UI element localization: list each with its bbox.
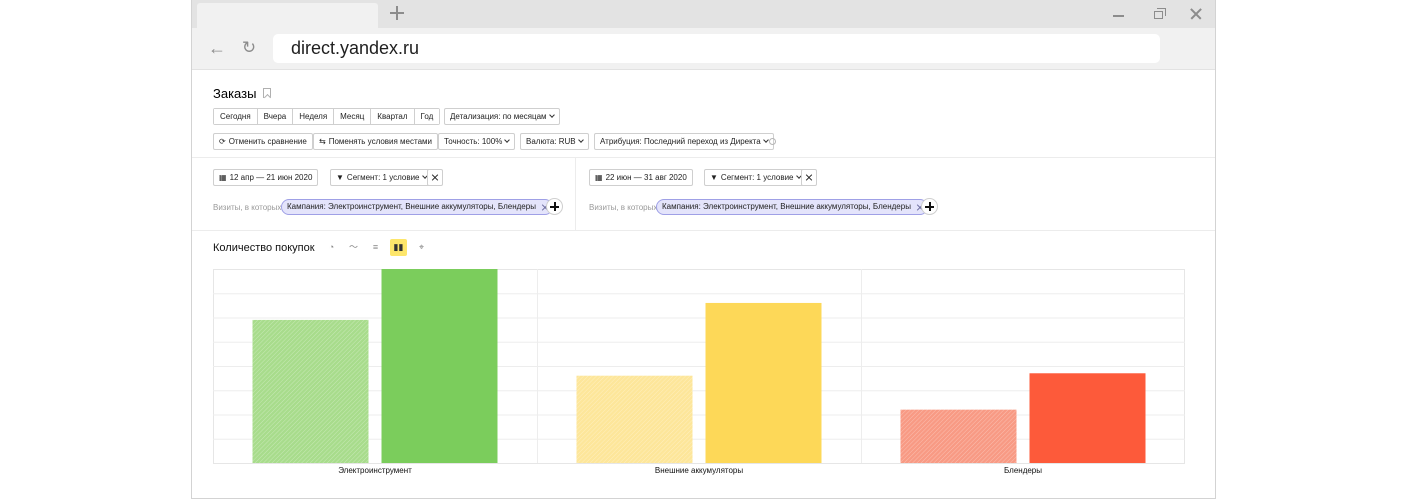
page-content: Заказы Сегодня Вчера Неделя Месяц Кварта… — [192, 71, 1215, 499]
left-segment-label: Сегмент: 1 условие — [346, 173, 420, 182]
chart-canvas — [213, 269, 1185, 464]
period-today[interactable]: Сегодня — [214, 109, 258, 124]
line-chart-icon[interactable]: 〜 — [345, 239, 362, 256]
filter-icon: ▼ — [336, 173, 344, 182]
stacked-bar-icon[interactable]: ≡ — [367, 239, 384, 256]
right-segment-label: Сегмент: 1 условие — [720, 173, 794, 182]
browser-window: ← ↻ direct.yandex.ru Заказы Сегодня Вчер… — [191, 0, 1216, 499]
attribution-dropdown[interactable]: Атрибуция: Последний переход из Директа — [594, 133, 774, 150]
right-visits-label: Визиты, в которых — [589, 203, 658, 212]
divider — [192, 157, 1215, 158]
period-year[interactable]: Год — [414, 109, 440, 124]
filter-icon: ▼ — [710, 173, 718, 182]
bar-chart-icon[interactable]: ▮▮ — [390, 239, 407, 256]
detail-label: Детализация: по месяцам — [450, 112, 547, 121]
right-add-condition-icon[interactable] — [921, 198, 938, 215]
back-arrow-icon[interactable]: ← — [207, 38, 227, 58]
minimize-icon[interactable] — [1111, 6, 1127, 22]
cancel-compare-button[interactable]: ⟳ Отменить сравнение — [213, 133, 313, 150]
bar-period1-1[interactable] — [252, 319, 369, 463]
accuracy-label: Точность: 100% — [444, 137, 503, 146]
chevron-down-icon — [762, 137, 769, 143]
right-segment-remove-icon[interactable] — [801, 169, 817, 186]
address-bar[interactable]: direct.yandex.ru — [273, 34, 1160, 63]
refresh-icon: ⟳ — [219, 137, 226, 146]
right-segment-dropdown[interactable]: ▼ Сегмент: 1 условие — [704, 169, 807, 186]
right-chip-label: Кампания: Электроинструмент, Внешние акк… — [662, 202, 911, 211]
info-icon[interactable] — [769, 138, 776, 145]
restore-icon[interactable] — [1152, 6, 1168, 22]
chevron-down-icon — [577, 137, 584, 143]
swap-conditions-label: Поменять условия местами — [328, 137, 432, 146]
chevron-down-icon — [504, 137, 511, 143]
right-date-range-label: 22 июн — 31 авг 2020 — [605, 173, 687, 182]
swap-conditions-button[interactable]: ⇆ Поменять условия местами — [313, 133, 438, 150]
chevron-down-icon — [548, 112, 555, 118]
right-date-range[interactable]: ▦ 22 июн — 31 авг 2020 — [589, 169, 693, 186]
currency-dropdown[interactable]: Валюта: RUB — [520, 133, 589, 150]
left-date-range-label: 12 апр — 21 июн 2020 — [229, 173, 313, 182]
cancel-compare-label: Отменить сравнение — [228, 137, 307, 146]
detail-dropdown[interactable]: Детализация: по месяцам — [444, 108, 560, 125]
bar-period2-1[interactable] — [381, 269, 498, 463]
bar-period1-3[interactable] — [900, 409, 1017, 463]
left-add-condition-icon[interactable] — [546, 198, 563, 215]
map-pin-icon[interactable]: ⌖ — [413, 239, 430, 256]
period-quarter[interactable]: Квартал — [371, 109, 415, 124]
bar-chart: Электроинструмент Внешние аккумуляторы Бле… — [213, 267, 1185, 482]
new-tab-icon[interactable] — [388, 4, 406, 22]
left-campaign-chip[interactable]: Кампания: Электроинструмент, Внешние акк… — [281, 199, 553, 215]
x-tick-label: Блендеры — [1003, 466, 1043, 475]
left-chip-label: Кампания: Электроинструмент, Внешние акк… — [287, 202, 536, 211]
bar-period1-2[interactable] — [576, 375, 693, 463]
bookmark-icon[interactable] — [263, 88, 271, 98]
left-segment-remove-icon[interactable] — [427, 169, 443, 186]
calendar-icon: ▦ — [595, 173, 603, 182]
x-tick-label: Внешние аккумуляторы — [654, 466, 744, 475]
bar-period2-3[interactable] — [1029, 373, 1146, 463]
left-visits-label: Визиты, в которых — [213, 203, 282, 212]
bar-period2-2[interactable] — [705, 302, 822, 463]
pie-chart-icon[interactable]: ◔ — [323, 239, 340, 256]
right-campaign-chip[interactable]: Кампания: Электроинструмент, Внешние акк… — [656, 199, 928, 215]
attribution-label: Атрибуция: Последний переход из Директа — [600, 137, 761, 146]
page-title: Заказы — [213, 86, 257, 101]
swap-icon: ⇆ — [319, 137, 326, 146]
browser-toolbar: ← ↻ direct.yandex.ru — [192, 28, 1215, 70]
reload-icon[interactable]: ↻ — [239, 38, 259, 58]
x-tick-label: Электроинструмент — [338, 466, 412, 475]
period-month[interactable]: Месяц — [334, 109, 372, 124]
left-date-range[interactable]: ▦ 12 апр — 21 июн 2020 — [213, 169, 319, 186]
accuracy-dropdown[interactable]: Точность: 100% — [438, 133, 516, 150]
divider — [575, 157, 576, 230]
tab-bar — [192, 0, 1215, 28]
close-icon[interactable] — [1188, 6, 1204, 22]
divider — [192, 230, 1215, 231]
period-yesterday[interactable]: Вчера — [257, 109, 294, 124]
currency-label: Валюта: RUB — [526, 137, 576, 146]
calendar-icon: ▦ — [219, 173, 227, 182]
left-segment-dropdown[interactable]: ▼ Сегмент: 1 условие — [330, 169, 433, 186]
period-selector: Сегодня Вчера Неделя Месяц Квартал Год — [213, 108, 441, 125]
browser-tab[interactable] — [197, 3, 378, 28]
period-week[interactable]: Неделя — [293, 109, 335, 124]
chart-title: Количество покупок — [213, 242, 315, 254]
